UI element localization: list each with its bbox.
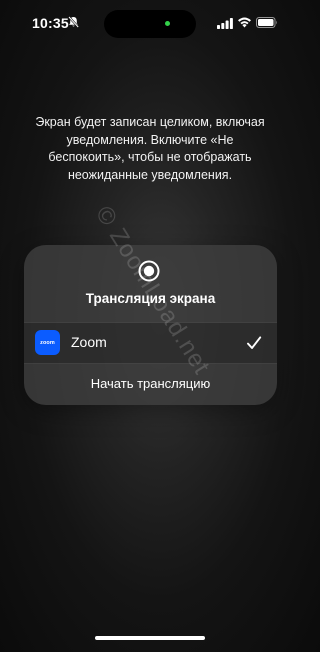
status-time: 10:35 <box>32 15 69 31</box>
app-option-label: Zoom <box>71 334 107 350</box>
recording-info-text: Экран будет записан целиком, включая уве… <box>35 115 265 182</box>
dynamic-island <box>104 10 196 38</box>
bell-slash-icon <box>68 16 79 28</box>
battery-icon <box>256 17 277 28</box>
cellular-signal-icon <box>217 18 233 29</box>
checkmark-icon <box>247 336 262 349</box>
wifi-icon <box>238 17 251 28</box>
dialog-title: Трансляция экрана <box>85 291 216 306</box>
status-bar: 10:35 <box>0 0 300 48</box>
zoom-app-icon: zoom <box>35 330 60 355</box>
app-option-zoom[interactable]: zoom Zoom <box>24 322 277 364</box>
home-indicator[interactable] <box>95 636 205 640</box>
start-broadcast-button[interactable]: Начать трансляцию <box>24 363 277 405</box>
broadcast-dialog: Трансляция экрана zoom Zoom Начать транс… <box>24 245 277 405</box>
zoom-app-icon-label: zoom <box>40 339 55 346</box>
screen-record-icon <box>138 260 160 282</box>
camera-indicator-dot <box>165 21 170 26</box>
